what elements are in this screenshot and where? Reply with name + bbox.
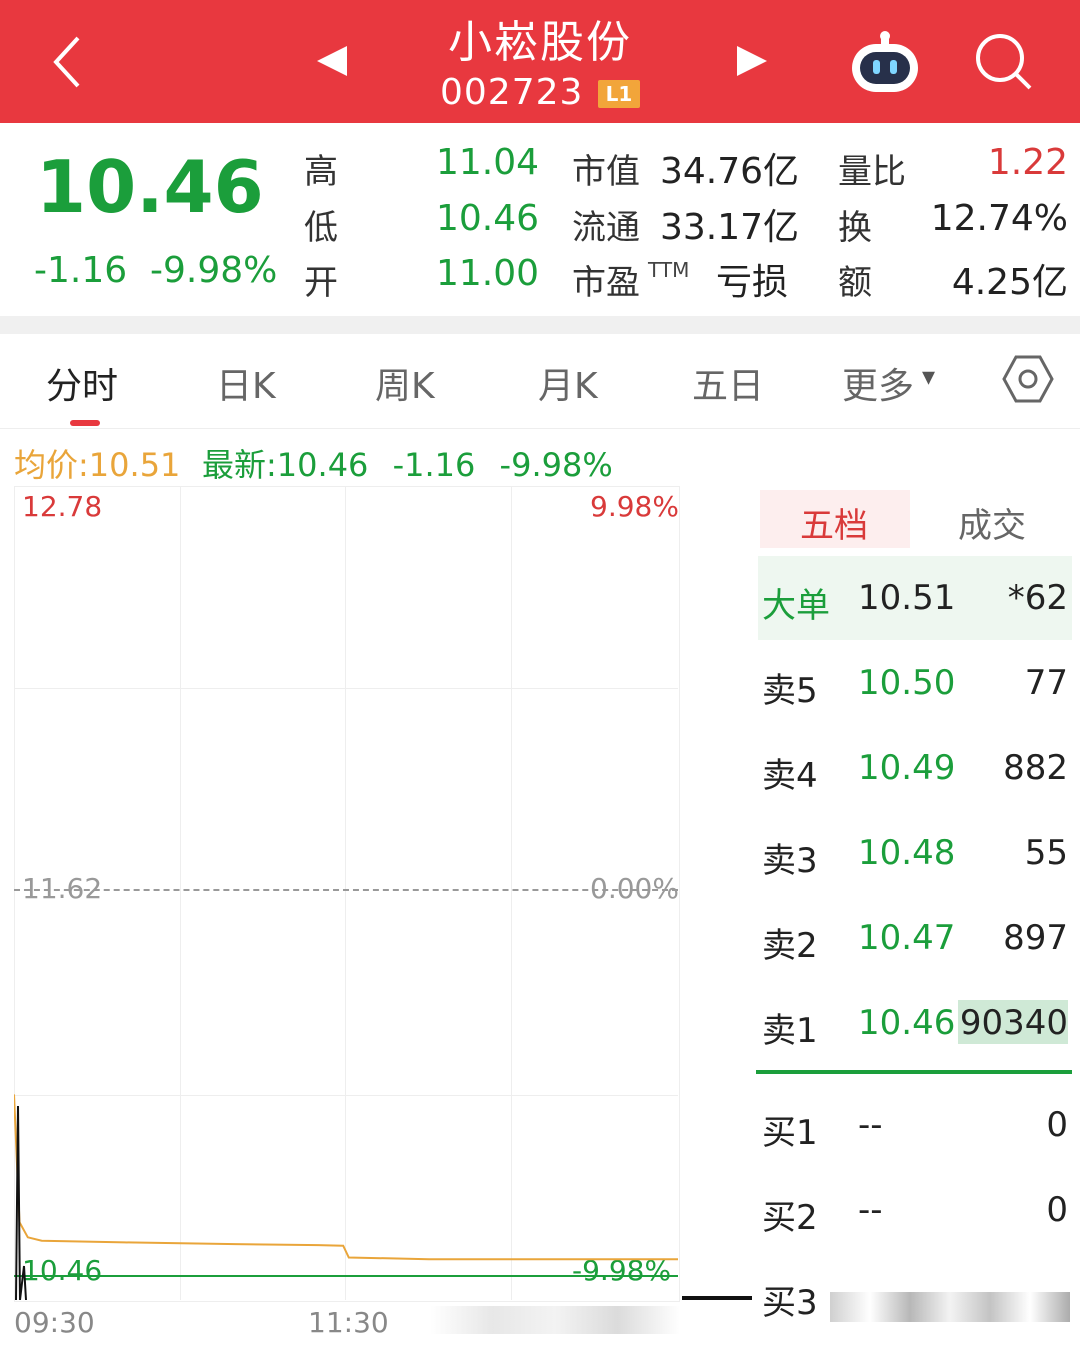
amount-value: 4.25亿 <box>951 262 1068 303</box>
turnover-value: 12.74% <box>930 198 1068 239</box>
ask1-label: 卖1 <box>762 1011 818 1051</box>
price-change: -1.16 <box>34 250 128 291</box>
tab-monthly-k[interactable]: 月K <box>538 357 598 409</box>
ask4-label: 卖4 <box>762 756 818 796</box>
volume-bar <box>682 1296 752 1300</box>
ask5-volume: 77 <box>1024 663 1068 703</box>
robot-assistant-icon[interactable] <box>848 28 922 94</box>
tab-timeshare[interactable]: 分时 <box>46 357 118 409</box>
avg-value: 10.51 <box>88 446 181 484</box>
bid-ask-divider <box>756 1070 1072 1074</box>
ask2-label: 卖2 <box>762 926 818 966</box>
ask3-price: 10.48 <box>858 833 956 873</box>
x-label-midday: 11:30 <box>308 1306 389 1339</box>
big-order-price: 10.51 <box>858 578 956 618</box>
volume-spike <box>15 1105 27 1300</box>
ask3-label: 卖3 <box>762 841 818 881</box>
tab-more[interactable]: 更多 <box>842 357 914 409</box>
tab-weekly-k[interactable]: 周K <box>375 357 435 409</box>
top-bar: 小崧股份 002723 L1 <box>0 0 1080 123</box>
triangle-right-icon[interactable] <box>735 44 769 78</box>
bid2-volume: 0 <box>1046 1190 1068 1230</box>
tab-five-day[interactable]: 五日 <box>692 357 764 409</box>
ask4-price: 10.49 <box>858 748 956 788</box>
latest-label: 最新: <box>202 446 277 484</box>
ask1-volume: 90340 <box>959 1003 1068 1043</box>
avg-price-label: 均价:10.51 <box>14 440 180 486</box>
latest-change: -1.16 <box>392 446 476 484</box>
ask3-volume: 55 <box>1024 833 1068 873</box>
x-label-start: 09:30 <box>14 1306 95 1339</box>
bid2-label: 买2 <box>762 1198 818 1238</box>
ask5-price: 10.50 <box>858 663 956 703</box>
pe-ttm-sup: TTM <box>648 258 690 282</box>
watermark-blur <box>830 1292 1070 1322</box>
big-order-volume: *62 <box>1007 578 1068 618</box>
bid1-label: 买1 <box>762 1113 818 1153</box>
bid1-volume: 0 <box>1046 1105 1068 1145</box>
search-icon[interactable] <box>972 30 1034 92</box>
open-value: 11.00 <box>436 253 540 294</box>
big-order-label: 大单 <box>762 586 830 626</box>
tab-divider <box>0 428 1080 429</box>
low-label: 低 <box>304 208 338 248</box>
bid2-price: -- <box>858 1190 883 1230</box>
latest-change-pct: -9.98% <box>499 446 613 484</box>
last-price: 10.46 <box>36 145 264 229</box>
volratio-value: 1.22 <box>987 142 1068 183</box>
ask1-price: 10.46 <box>858 1003 956 1043</box>
high-label: 高 <box>304 152 338 192</box>
price-change-pct: -9.98% <box>150 250 278 291</box>
pe-label: 市盈 <box>572 263 640 303</box>
watermark-blur <box>430 1306 680 1334</box>
ask5-label: 卖5 <box>762 671 818 711</box>
avg-label: 均价: <box>14 446 89 484</box>
float-label: 流通 <box>572 208 640 248</box>
ask4-volume: 882 <box>1003 748 1068 788</box>
intraday-chart <box>14 1094 678 1300</box>
tab-five-levels[interactable]: 五档 <box>800 498 868 547</box>
amount-label: 额 <box>838 263 872 303</box>
tab-trades[interactable]: 成交 <box>958 498 1026 547</box>
active-tab-indicator <box>70 420 100 426</box>
divider <box>0 316 1080 334</box>
stock-code: 002723 <box>440 72 584 113</box>
ask2-price: 10.47 <box>858 918 956 958</box>
bid3-label: 买3 <box>762 1283 818 1323</box>
bid1-price: -- <box>858 1105 883 1145</box>
open-label: 开 <box>304 263 338 303</box>
hexagon-settings-icon[interactable] <box>1002 354 1054 404</box>
level-badge: L1 <box>598 80 640 108</box>
volratio-label: 量比 <box>838 152 906 192</box>
ask2-volume: 897 <box>1003 918 1068 958</box>
pe-value: 亏损 <box>716 262 789 303</box>
latest-value: 10.46 <box>276 446 369 484</box>
float-value: 33.17亿 <box>660 207 800 248</box>
low-value: 10.46 <box>436 198 540 239</box>
latest-info: 最新:10.46 -1.16 -9.98% <box>202 440 613 486</box>
avg-price-line <box>14 1094 678 1261</box>
chevron-down-icon: ▾ <box>922 362 936 392</box>
high-value: 11.04 <box>436 142 540 183</box>
mktcap-label: 市值 <box>572 152 640 192</box>
turnover-label: 换 <box>838 208 872 248</box>
tab-daily-k[interactable]: 日K <box>216 357 276 409</box>
mktcap-value: 34.76亿 <box>660 151 800 192</box>
